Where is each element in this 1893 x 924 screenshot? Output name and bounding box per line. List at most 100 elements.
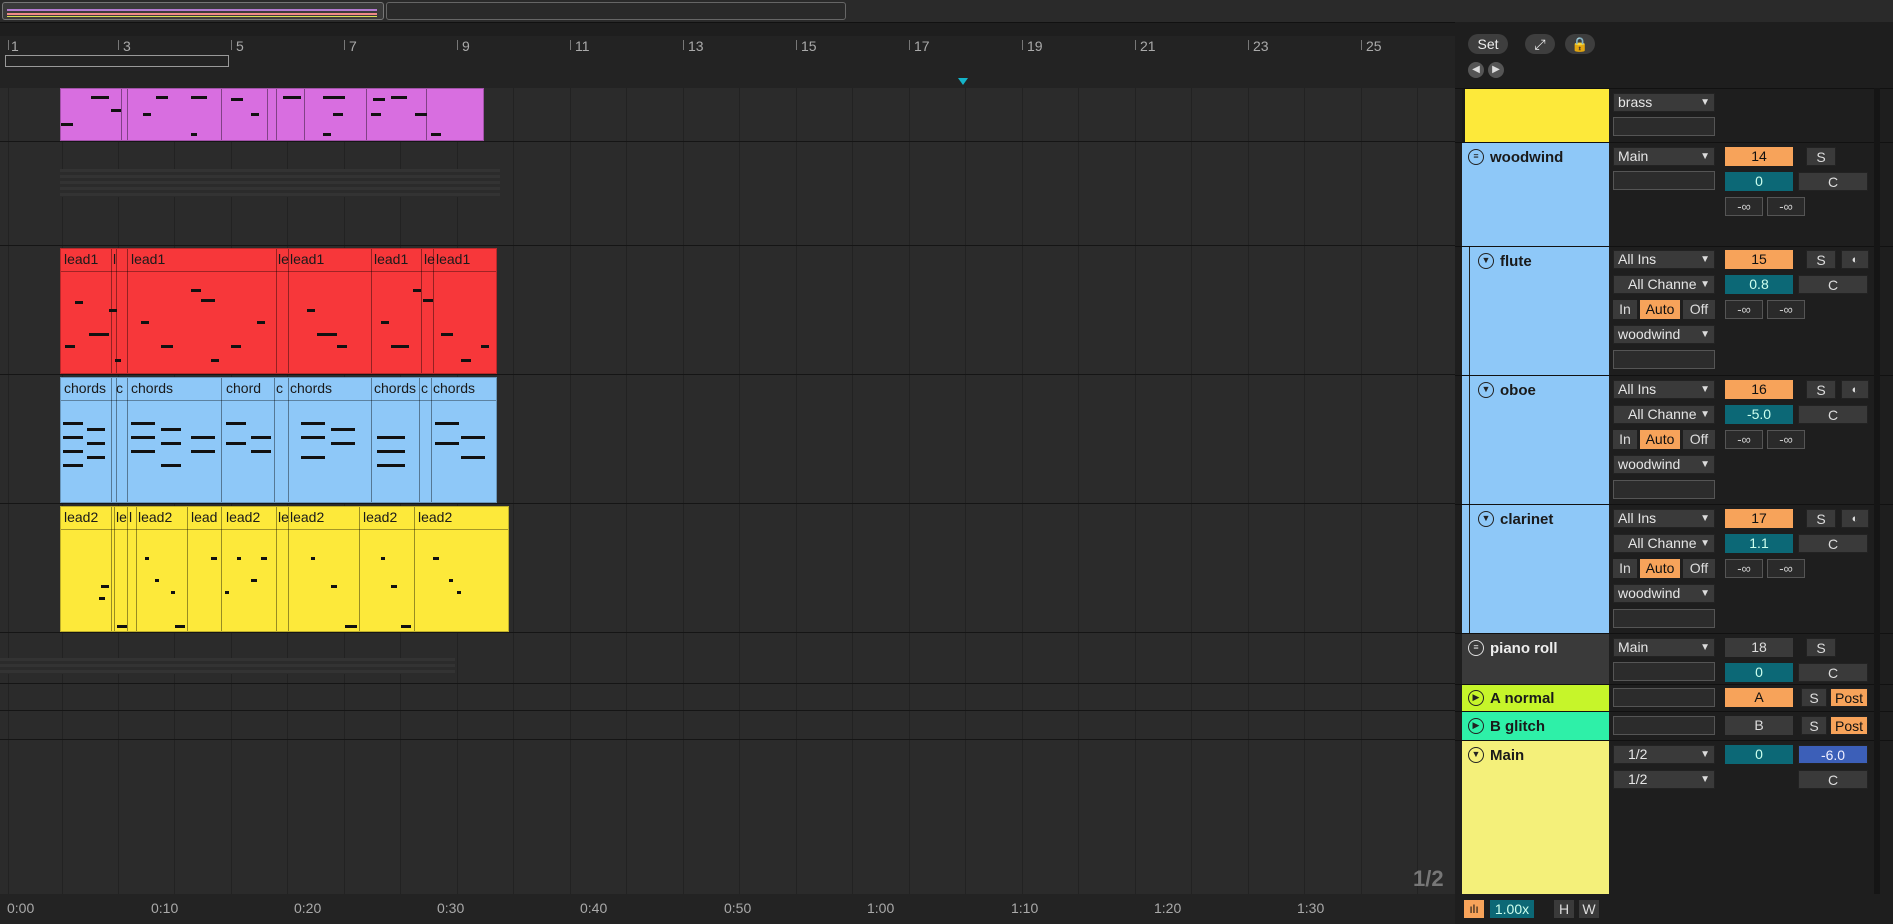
set-button[interactable]: Set	[1468, 34, 1508, 54]
track-header-a-normal[interactable]: ▶ A normal	[1462, 685, 1609, 711]
return-letter[interactable]: B	[1725, 716, 1793, 735]
w-button[interactable]: W	[1579, 900, 1599, 918]
fold-icon[interactable]: ▼	[1478, 382, 1494, 398]
solo-button[interactable]: S	[1801, 688, 1827, 707]
channel-select[interactable]: All Channe ▼	[1613, 405, 1715, 424]
track-header-flute[interactable]: ▼ flute	[1462, 247, 1609, 375]
pan-field[interactable]: C	[1798, 172, 1868, 191]
volume-field[interactable]: 0	[1725, 663, 1793, 682]
track-number[interactable]: 14	[1725, 147, 1793, 166]
output-select[interactable]: Main ▼	[1613, 638, 1715, 657]
main-output-select-1[interactable]: 1/2 ▼	[1613, 745, 1715, 764]
return-letter[interactable]: A	[1725, 688, 1793, 707]
track-header-main[interactable]: ▼ Main	[1462, 741, 1609, 894]
blank-field[interactable]	[1613, 350, 1715, 369]
lane-a-normal[interactable]	[0, 684, 1455, 711]
solo-button[interactable]: S	[1806, 147, 1836, 166]
forward-arrow-icon[interactable]: ▶	[1488, 62, 1504, 78]
solo-button[interactable]: S	[1806, 380, 1836, 399]
pan-field[interactable]: C	[1798, 770, 1868, 789]
channel-select[interactable]: All Channe ▼	[1613, 275, 1715, 294]
waveform-icon[interactable]: ılı	[1464, 900, 1484, 918]
woodwind-blank-field[interactable]	[1613, 171, 1715, 190]
lock-icon[interactable]: 🔒	[1565, 34, 1595, 54]
input-select[interactable]: All Ins ▼	[1613, 380, 1715, 399]
track-number[interactable]: 16	[1725, 380, 1793, 399]
blank-field[interactable]	[1613, 662, 1715, 681]
input-select[interactable]: All Ins ▼	[1613, 250, 1715, 269]
arm-icon[interactable]: ◐	[1841, 250, 1869, 269]
blank-field[interactable]	[1613, 480, 1715, 499]
main-output-select-2[interactable]: 1/2 ▼	[1613, 770, 1715, 789]
blank-field[interactable]	[1613, 688, 1715, 707]
monitor-off-button[interactable]: Off	[1683, 559, 1715, 578]
post-button[interactable]: Post	[1830, 716, 1868, 735]
track-number[interactable]: 17	[1725, 509, 1793, 528]
solo-button[interactable]: S	[1801, 716, 1827, 735]
track-number[interactable]: 18	[1725, 638, 1793, 657]
track-header-b-glitch[interactable]: ▶ B glitch	[1462, 712, 1609, 740]
monitor-auto-button[interactable]: Auto	[1640, 559, 1680, 578]
track-header-woodwind[interactable]: ≡ woodwind	[1462, 143, 1609, 246]
brass-blank-field[interactable]	[1613, 117, 1715, 136]
channel-select[interactable]: All Channe ▼	[1613, 534, 1715, 553]
output-select[interactable]: woodwind ▼	[1613, 325, 1715, 344]
output-select[interactable]: woodwind ▼	[1613, 455, 1715, 474]
fold-icon[interactable]: ▼	[1478, 511, 1494, 527]
monitor-off-button[interactable]: Off	[1683, 300, 1715, 319]
track-header-piano-roll[interactable]: ≡ piano roll	[1462, 634, 1609, 684]
arrangement-view[interactable]: lead1 l lead1 le lead1 lead1 le lead1 ch…	[0, 88, 1455, 894]
fold-icon[interactable]: ▼	[1468, 747, 1484, 763]
volume-field[interactable]: 0	[1725, 745, 1793, 764]
brass-output-select[interactable]: brass ▼	[1613, 93, 1715, 112]
volume-field[interactable]: -5.0	[1725, 405, 1793, 424]
track-header-oboe[interactable]: ▼ oboe	[1462, 376, 1609, 504]
scrollbar-right[interactable]	[1874, 88, 1880, 894]
solo-button[interactable]: S	[1806, 250, 1836, 269]
h-button[interactable]: H	[1554, 900, 1574, 918]
zoom-field[interactable]: 1.00x	[1490, 900, 1534, 918]
time-ruler[interactable]: 0:00 0:10 0:20 0:30 0:40 0:50 1:00 1:10 …	[0, 894, 1455, 924]
clip-lead2[interactable]: lead2 le l lead2 lead lead2 le lead2 lea…	[60, 506, 509, 632]
solo-button[interactable]: S	[1806, 638, 1836, 657]
woodwind-output-select[interactable]: Main ▼	[1613, 147, 1715, 166]
volume-field[interactable]: 0.8	[1725, 275, 1793, 294]
pan-field[interactable]: C	[1798, 534, 1868, 553]
input-select[interactable]: All Ins ▼	[1613, 509, 1715, 528]
monitor-in-button[interactable]: In	[1613, 300, 1637, 319]
pan-field[interactable]: C	[1798, 275, 1868, 294]
group-fold-icon[interactable]: ≡	[1468, 149, 1484, 165]
clip-chords[interactable]: chords c chords chord c chords chords c …	[60, 377, 497, 503]
track-number[interactable]: 15	[1725, 250, 1793, 269]
blank-field[interactable]	[1613, 609, 1715, 628]
blank-field[interactable]	[1613, 716, 1715, 735]
pan-field[interactable]: C	[1798, 663, 1868, 682]
cue-volume-field[interactable]: -6.0	[1798, 745, 1868, 764]
monitor-in-button[interactable]: In	[1613, 559, 1637, 578]
track-header-brass[interactable]	[1462, 89, 1609, 142]
clip-brass[interactable]	[60, 88, 484, 141]
play-icon[interactable]: ▶	[1468, 690, 1484, 706]
arm-icon[interactable]: ◐	[1841, 380, 1869, 399]
monitor-in-button[interactable]: In	[1613, 430, 1637, 449]
overview-strip[interactable]	[0, 0, 1893, 23]
volume-field[interactable]: 0	[1725, 172, 1793, 191]
pan-field[interactable]: C	[1798, 405, 1868, 424]
monitor-auto-button[interactable]: Auto	[1640, 300, 1680, 319]
output-select[interactable]: woodwind ▼	[1613, 584, 1715, 603]
clip-lead1[interactable]: lead1 l lead1 le lead1 lead1 le lead1	[60, 248, 497, 374]
play-icon[interactable]: ▶	[1468, 718, 1484, 734]
monitor-off-button[interactable]: Off	[1683, 430, 1715, 449]
back-arrow-icon[interactable]: ◀	[1468, 62, 1484, 78]
fold-icon[interactable]: ▼	[1478, 253, 1494, 269]
track-header-clarinet[interactable]: ▼ clarinet	[1462, 505, 1609, 633]
volume-field[interactable]: 1.1	[1725, 534, 1793, 553]
lane-b-glitch[interactable]	[0, 711, 1455, 740]
overview-region[interactable]	[386, 2, 846, 20]
loop-brace[interactable]	[5, 55, 229, 67]
monitor-auto-button[interactable]: Auto	[1640, 430, 1680, 449]
post-button[interactable]: Post	[1830, 688, 1868, 707]
expand-icon[interactable]: ⤢	[1525, 34, 1555, 54]
playhead-marker[interactable]	[958, 78, 968, 85]
group-fold-icon[interactable]: ≡	[1468, 640, 1484, 656]
